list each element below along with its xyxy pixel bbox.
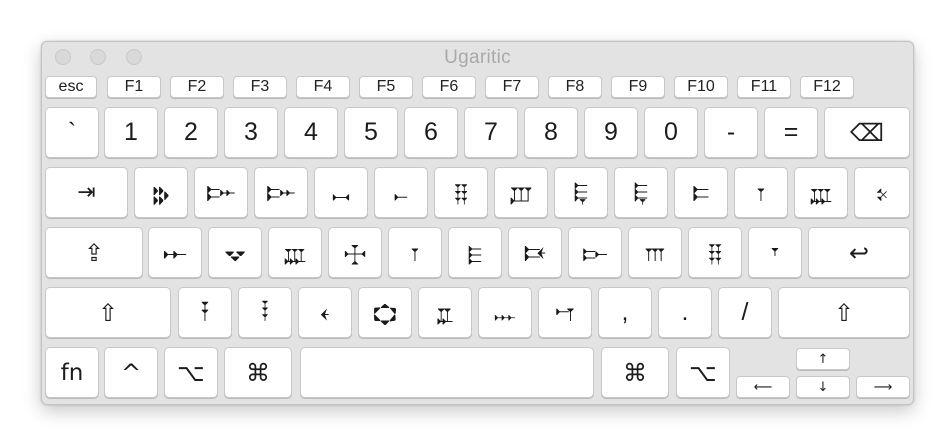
key-option-left[interactable]: ⌥ bbox=[164, 347, 218, 398]
key-l[interactable]: 𐎍 bbox=[628, 227, 682, 278]
key-f5[interactable]: F5 bbox=[359, 76, 413, 98]
key-9[interactable]: 9 bbox=[584, 107, 638, 158]
key-4[interactable]: 4 bbox=[284, 107, 338, 158]
key-f3[interactable]: F3 bbox=[233, 76, 287, 98]
key-fn[interactable]: fn bbox=[45, 347, 99, 398]
key-space[interactable] bbox=[300, 347, 594, 398]
key-q[interactable]: 𐎗 bbox=[134, 167, 188, 218]
key-1[interactable]: 1 bbox=[104, 107, 158, 158]
key-f6[interactable]: F6 bbox=[422, 76, 476, 98]
key-comma[interactable]: , bbox=[598, 287, 652, 338]
key-f12[interactable]: F12 bbox=[800, 76, 854, 98]
key-h[interactable]: 𐎅 bbox=[448, 227, 502, 278]
key-m[interactable]: 𐎎 bbox=[538, 287, 592, 338]
key-f11[interactable]: F11 bbox=[737, 76, 791, 98]
key-u[interactable]: 𐎜 bbox=[494, 167, 548, 218]
key-v[interactable]: 𐎘 bbox=[358, 287, 412, 338]
key-option-right[interactable]: ⌥ bbox=[676, 347, 730, 398]
key-bracket-left[interactable]: 𐎂 bbox=[734, 167, 788, 218]
key-command-right[interactable]: ⌘ bbox=[601, 347, 669, 398]
key-f10[interactable]: F10 bbox=[674, 76, 728, 98]
key-2[interactable]: 2 bbox=[164, 107, 218, 158]
key-n[interactable]: 𐎐 bbox=[478, 287, 532, 338]
key-backslash[interactable]: 𐎙 bbox=[854, 167, 910, 218]
key-semicolon[interactable]: 𐎊 bbox=[688, 227, 742, 278]
key-a[interactable]: 𐎀 bbox=[148, 227, 202, 278]
key-arrow-right[interactable]: ⟶ bbox=[856, 376, 910, 398]
key-bracket-right[interactable]: 𐎄 bbox=[794, 167, 848, 218]
key-arrow-left[interactable]: ⟵ bbox=[736, 376, 790, 398]
key-f1[interactable]: F1 bbox=[107, 76, 161, 98]
key-control[interactable]: ^ bbox=[104, 347, 158, 398]
key-minus[interactable]: - bbox=[704, 107, 758, 158]
window-title: Ugaritic bbox=[444, 47, 511, 68]
title-bar: Ugaritic bbox=[42, 42, 913, 74]
key-quote[interactable]: 𐎟 bbox=[748, 227, 802, 278]
key-7[interactable]: 7 bbox=[464, 107, 518, 158]
key-j[interactable]: 𐎑 bbox=[508, 227, 562, 278]
key-x[interactable]: 𐎃 bbox=[238, 287, 292, 338]
key-5[interactable]: 5 bbox=[344, 107, 398, 158]
key-period[interactable]: . bbox=[658, 287, 712, 338]
key-d[interactable]: 𐎄 bbox=[268, 227, 322, 278]
key-arrow-down[interactable]: ↓ bbox=[796, 376, 850, 398]
key-f2[interactable]: F2 bbox=[170, 76, 224, 98]
key-0[interactable]: 0 bbox=[644, 107, 698, 158]
key-shift-right[interactable]: ⇧ bbox=[778, 287, 910, 338]
key-w[interactable]: 𐎆 bbox=[194, 167, 248, 218]
key-shift-left[interactable]: ⇧ bbox=[45, 287, 171, 338]
key-r[interactable]: 𐎖 bbox=[314, 167, 368, 218]
key-b[interactable]: 𐎁 bbox=[418, 287, 472, 338]
key-f7[interactable]: F7 bbox=[485, 76, 539, 98]
key-esc[interactable]: esc bbox=[45, 76, 97, 98]
key-slash[interactable]: / bbox=[718, 287, 772, 338]
key-return[interactable]: ↩ bbox=[808, 227, 910, 278]
key-f8[interactable]: F8 bbox=[548, 76, 602, 98]
key-6[interactable]: 6 bbox=[404, 107, 458, 158]
key-backtick[interactable]: ` bbox=[45, 107, 99, 158]
key-delete[interactable]: ⌫ bbox=[824, 107, 910, 158]
key-y[interactable]: 𐎊 bbox=[434, 167, 488, 218]
key-arrow-up[interactable]: ↑ bbox=[796, 348, 850, 370]
key-k[interactable]: 𐎋 bbox=[568, 227, 622, 278]
key-s[interactable]: 𐎒 bbox=[208, 227, 262, 278]
key-p[interactable]: 𐎔 bbox=[674, 167, 728, 218]
key-f9[interactable]: F9 bbox=[611, 76, 665, 98]
key-f[interactable]: 𐎈 bbox=[328, 227, 382, 278]
key-8[interactable]: 8 bbox=[524, 107, 578, 158]
key-command-left[interactable]: ⌘ bbox=[224, 347, 292, 398]
key-o[interactable]: 𐎛 bbox=[614, 167, 668, 218]
key-g[interactable]: 𐎂 bbox=[388, 227, 442, 278]
key-e[interactable]: 𐎆 bbox=[254, 167, 308, 218]
key-caps-lock[interactable]: ⇪ bbox=[45, 227, 143, 278]
key-t[interactable]: 𐎚 bbox=[374, 167, 428, 218]
key-equal[interactable]: = bbox=[764, 107, 818, 158]
key-3[interactable]: 3 bbox=[224, 107, 278, 158]
key-f4[interactable]: F4 bbox=[296, 76, 350, 98]
key-z[interactable]: 𐎇 bbox=[178, 287, 232, 338]
key-tab[interactable]: ⇥ bbox=[45, 167, 128, 218]
key-c[interactable]: 𐎓 bbox=[298, 287, 352, 338]
key-i[interactable]: 𐎛 bbox=[554, 167, 608, 218]
